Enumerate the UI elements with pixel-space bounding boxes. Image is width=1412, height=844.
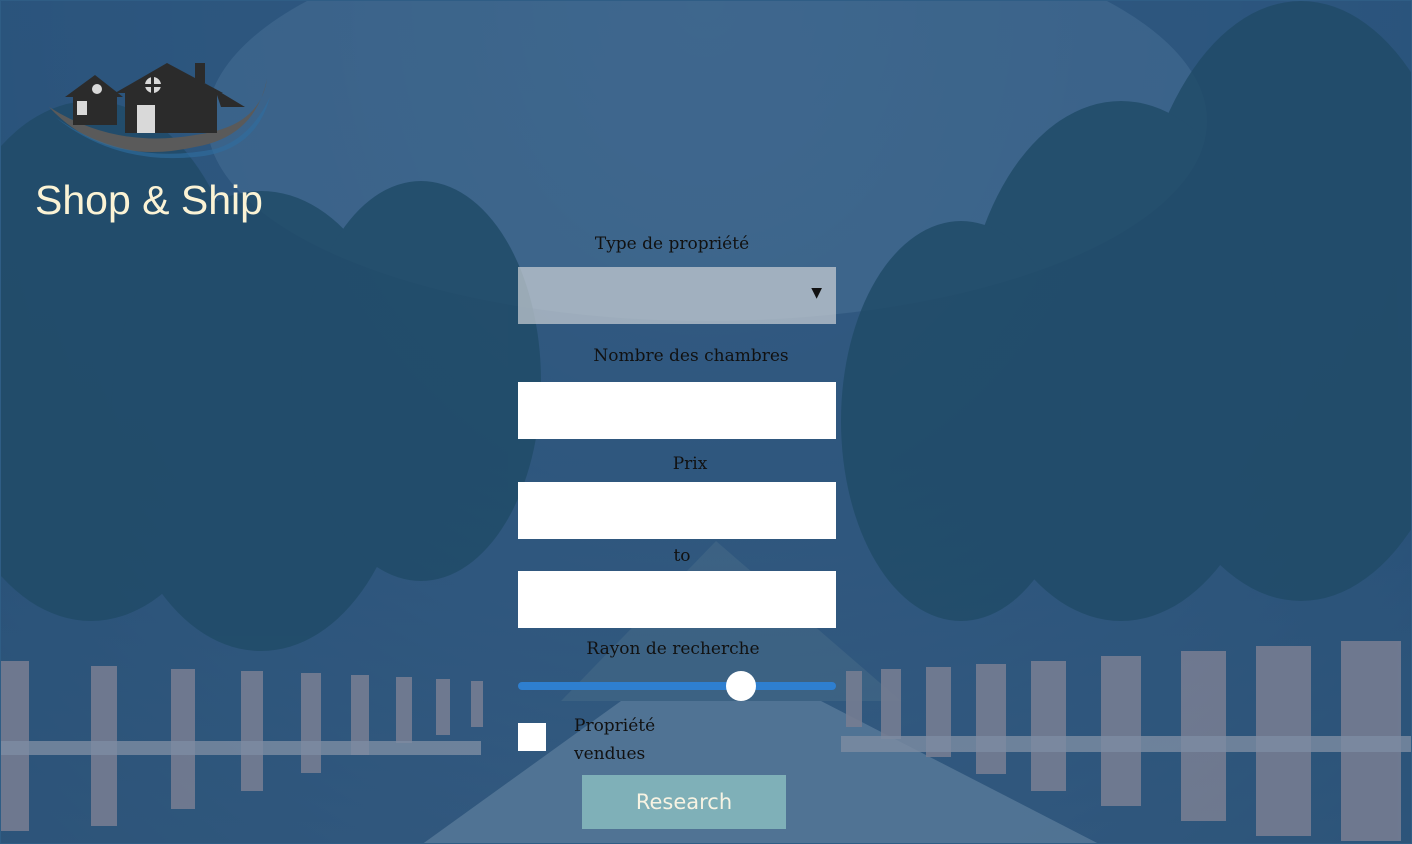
research-button[interactable]: Research [582,775,786,829]
rooms-input[interactable] [518,382,836,439]
price-label: Prix [672,454,708,474]
dropdown-arrow-icon: ▼ [811,285,822,301]
rooms-label: Nombre des chambres [593,346,789,366]
sold-properties-checkbox[interactable] [518,723,546,751]
search-radius-label: Rayon de recherche [586,639,760,659]
house-roof-logo-icon [49,63,270,159]
property-type-select[interactable]: ▼ [518,267,836,324]
property-type-label: Type de propriété [594,234,750,254]
price-to-label: to [673,546,691,566]
search-radius-slider-thumb[interactable] [725,671,756,701]
price-from-input[interactable] [518,482,836,539]
search-radius-slider-track[interactable] [518,682,836,690]
brand-name: Shop & Ship [35,177,263,223]
price-to-input[interactable] [518,571,836,628]
sold-properties-label: Propriété vendues [574,716,656,764]
app-window: Shop & Ship Type de propriété ▼ Nombre d… [0,0,1412,844]
brand-logo: Shop & Ship [31,57,291,237]
